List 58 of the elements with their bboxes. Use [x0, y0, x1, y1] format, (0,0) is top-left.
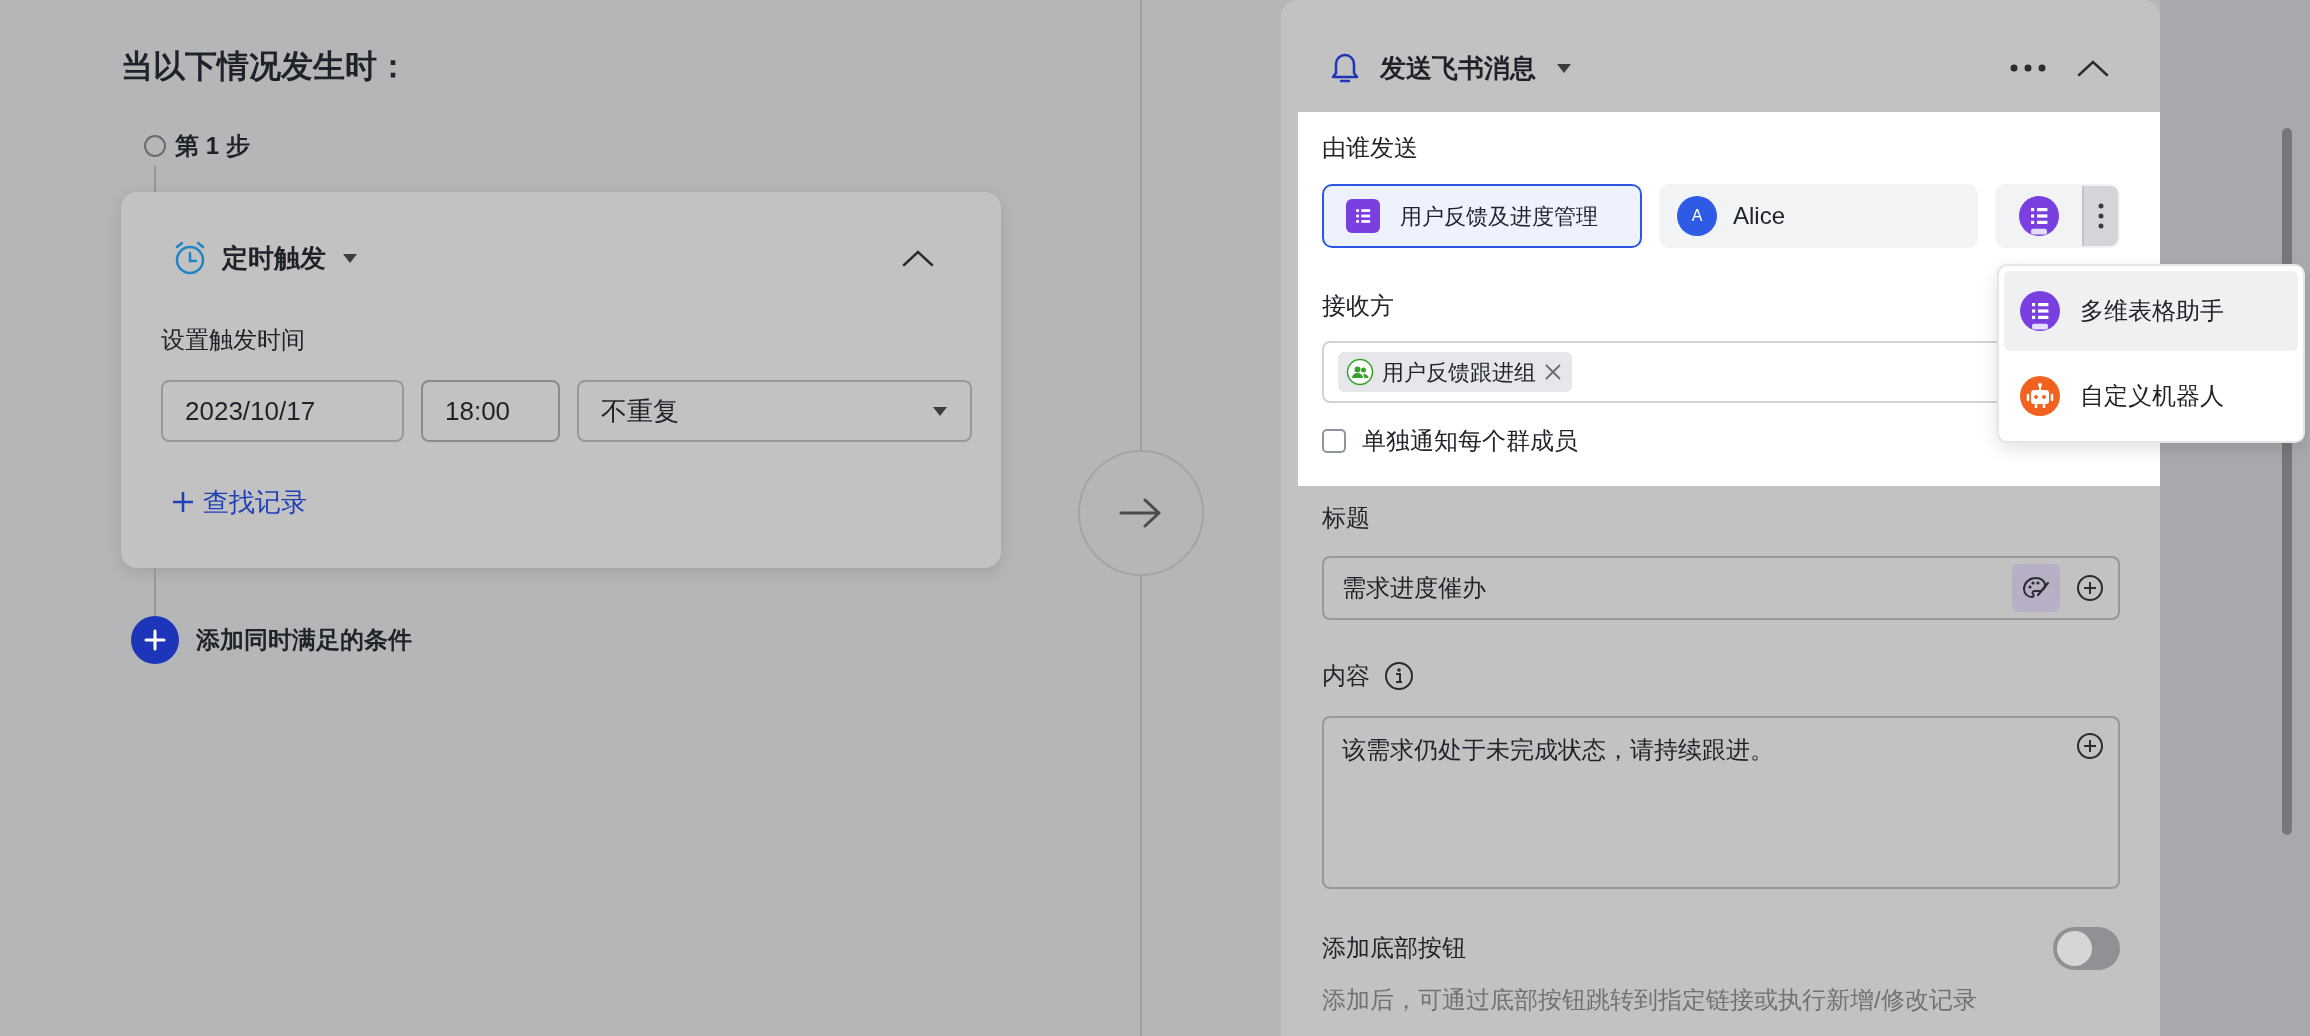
add-circle-icon — [2076, 574, 2104, 602]
checkbox[interactable] — [1322, 429, 1346, 453]
group-icon — [1346, 358, 1374, 386]
action-type-dropdown[interactable]: 发送飞书消息 — [1380, 48, 1572, 88]
caret-down-icon — [932, 405, 948, 417]
step-label: 第 1 步 — [175, 131, 250, 161]
more-dots-icon — [2010, 64, 2046, 72]
add-circle-icon — [2076, 732, 2104, 760]
toggle-switch[interactable] — [2053, 926, 2120, 970]
toggle-label: 添加底部按钮 — [1322, 933, 1466, 963]
section-heading: 当以下情况发生时： — [121, 47, 409, 86]
field-label: 设置触发时间 — [161, 325, 305, 355]
help-text: 添加后，可通过底部按钮跳转到指定链接或执行新增/修改记录 — [1322, 985, 1977, 1015]
style-button[interactable] — [2012, 564, 2060, 612]
field-label: 由谁发送 — [1322, 133, 1418, 163]
info-icon — [1384, 661, 1414, 691]
palette-icon — [2021, 575, 2051, 601]
add-condition-label[interactable]: 添加同时满足的条件 — [196, 622, 412, 658]
menu-item[interactable]: 多维表格助手 — [2004, 271, 2298, 351]
chevron-up-icon — [2076, 58, 2110, 78]
sender-option[interactable]: A Alice — [1659, 184, 1978, 248]
chevron-up-icon — [901, 248, 935, 268]
user-avatar: A — [1677, 196, 1717, 236]
bot-more-button[interactable] — [2081, 186, 2118, 246]
checkbox-label[interactable]: 单独通知每个群成员 — [1362, 423, 1578, 459]
close-icon — [1544, 363, 1562, 381]
field-label: 内容 — [1322, 661, 1370, 691]
vertical-dots-icon — [2097, 203, 2104, 229]
insert-field-button[interactable] — [2076, 574, 2104, 602]
add-condition-button[interactable] — [131, 616, 179, 664]
field-label: 接收方 — [1322, 291, 1394, 321]
repeat-dropdown[interactable]: 不重复 — [577, 380, 972, 442]
remove-tag-button[interactable] — [1544, 363, 1562, 381]
collapse-button[interactable] — [2076, 58, 2110, 78]
list-icon — [1346, 199, 1380, 233]
caret-down-icon — [342, 252, 358, 264]
robot-icon — [2020, 376, 2060, 416]
sender-option[interactable] — [1995, 184, 2120, 248]
plus-icon — [171, 490, 195, 514]
date-field[interactable]: 2023/10/17 — [161, 380, 404, 442]
collapse-button[interactable] — [901, 248, 935, 268]
field-label: 标题 — [1322, 503, 1370, 533]
more-button[interactable] — [2010, 64, 2046, 72]
content-field[interactable]: 该需求仍处于未完成状态，请持续跟进。 — [1322, 716, 2120, 889]
time-field[interactable]: 18:00 — [421, 380, 560, 442]
title-field[interactable]: 需求进度催办 — [1322, 556, 2120, 620]
bot-avatar-icon — [2020, 291, 2060, 331]
arrow-right-icon — [1119, 497, 1163, 529]
plus-icon — [144, 629, 166, 651]
find-records-link[interactable]: 查找记录 — [171, 486, 307, 518]
insert-field-button[interactable] — [2076, 732, 2104, 760]
bot-avatar-icon — [2019, 196, 2060, 236]
recipient-tag: 用户反馈跟进组 — [1338, 352, 1572, 392]
trigger-type-dropdown[interactable]: 定时触发 — [222, 238, 358, 278]
sender-option[interactable]: 用户反馈及进度管理 — [1322, 184, 1642, 248]
bell-icon — [1330, 52, 1360, 84]
caret-down-icon — [1556, 62, 1572, 74]
scrollbar-thumb[interactable] — [2282, 128, 2292, 835]
